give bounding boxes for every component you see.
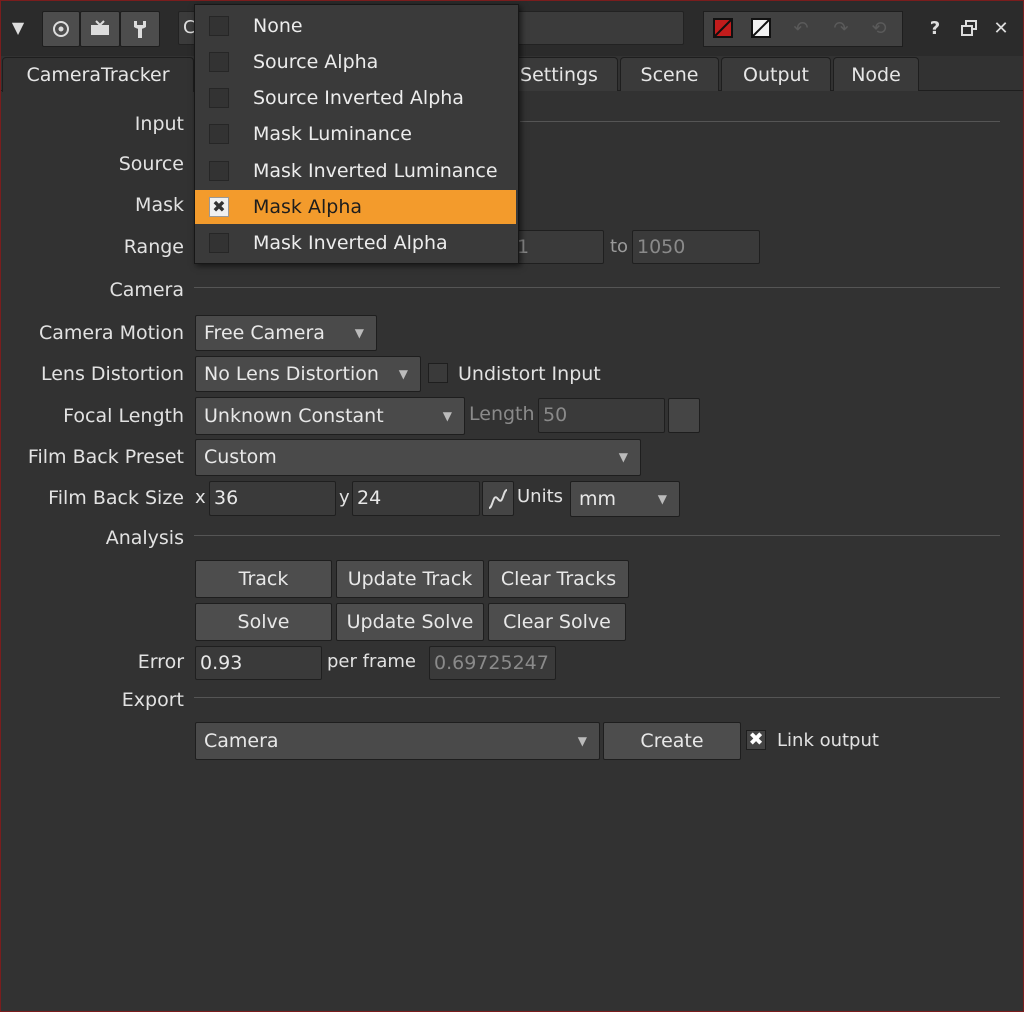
film-back-preset-dropdown[interactable]: Custom ▼ xyxy=(195,439,641,476)
camera-motion-value: Free Camera xyxy=(204,322,325,344)
chevron-down-icon: ▼ xyxy=(354,326,364,340)
focal-length-value: Unknown Constant xyxy=(204,405,384,427)
units-label: Units xyxy=(517,486,564,507)
length-label: Length xyxy=(469,403,535,425)
menu-item-checkbox xyxy=(209,52,229,72)
menu-item-label: Mask Inverted Alpha xyxy=(253,232,448,254)
create-button[interactable]: Create xyxy=(603,722,741,760)
focal-length-label: Focal Length xyxy=(63,405,184,427)
lens-distortion-value: No Lens Distortion xyxy=(204,363,379,385)
clear-tracks-button[interactable]: Clear Tracks xyxy=(488,560,629,598)
menu-item-label: Mask Alpha xyxy=(253,196,362,218)
range-to-field[interactable]: 1050 xyxy=(632,230,760,264)
menu-item-mask-luminance[interactable]: Mask Luminance xyxy=(195,117,516,151)
menu-item-label: Mask Inverted Luminance xyxy=(253,160,498,182)
chevron-down-icon: ▼ xyxy=(442,409,452,423)
chevron-down-icon: ▼ xyxy=(577,734,587,748)
clear-solve-button[interactable]: Clear Solve xyxy=(488,603,626,641)
menu-item-label: Source Alpha xyxy=(253,51,379,73)
white-swatch-icon[interactable] xyxy=(746,14,776,42)
menu-item-checkbox xyxy=(209,161,229,181)
export-dropdown[interactable]: Camera ▼ xyxy=(195,722,600,760)
menu-item-mask-inverted-luminance[interactable]: Mask Inverted Luminance xyxy=(195,154,516,188)
tab-node[interactable]: Node xyxy=(833,57,919,91)
length-field[interactable]: 50 xyxy=(538,398,665,433)
film-back-size-label: Film Back Size xyxy=(48,487,184,509)
menu-item-mask-inverted-alpha[interactable]: Mask Inverted Alpha xyxy=(195,226,516,260)
error-field[interactable]: 0.93 xyxy=(195,646,322,680)
undistort-input-checkbox[interactable] xyxy=(428,363,448,383)
units-dropdown[interactable]: mm ▼ xyxy=(570,481,680,517)
film-back-y-label: y xyxy=(339,487,350,508)
film-back-y-field[interactable]: 24 xyxy=(352,481,480,516)
range-to-label: to xyxy=(610,236,629,257)
tab-scene[interactable]: Scene xyxy=(620,57,719,91)
circle-target-icon[interactable] xyxy=(42,11,80,47)
undo-icon[interactable]: ↶ xyxy=(784,14,818,42)
menu-item-none[interactable]: None xyxy=(195,9,516,43)
red-swatch-icon[interactable] xyxy=(708,14,738,42)
menu-item-checkbox xyxy=(209,16,229,36)
chevron-down-icon: ▼ xyxy=(657,492,667,506)
film-back-preset-value: Custom xyxy=(204,446,277,468)
per-frame-field[interactable]: 0.69725247 xyxy=(429,646,556,680)
tab-cameratracker[interactable]: CameraTracker xyxy=(2,57,194,92)
export-heading: Export xyxy=(121,689,184,711)
track-button[interactable]: Track xyxy=(195,560,332,598)
camera-motion-label: Camera Motion xyxy=(38,322,184,344)
tv-icon[interactable] xyxy=(80,11,120,47)
tab-output[interactable]: Output xyxy=(721,57,831,91)
undistort-input-label: Undistort Input xyxy=(458,363,601,385)
analysis-heading: Analysis xyxy=(105,527,184,549)
lens-distortion-label: Lens Distortion xyxy=(40,363,184,385)
film-back-x-label: x xyxy=(195,487,206,508)
wrench-icon[interactable] xyxy=(120,11,160,47)
chevron-down-icon: ▼ xyxy=(398,367,408,381)
collapse-triangle-icon[interactable]: ▼ xyxy=(8,14,28,40)
menu-item-checkbox xyxy=(209,88,229,108)
redo-icon[interactable]: ↷ xyxy=(824,14,858,42)
range-label: Range xyxy=(123,236,184,258)
input-heading: Input xyxy=(134,113,184,135)
mask-label: Mask xyxy=(135,194,184,216)
update-solve-button[interactable]: Update Solve xyxy=(336,603,484,641)
focal-length-dropdown[interactable]: Unknown Constant ▼ xyxy=(195,397,465,435)
input-separator xyxy=(520,121,1000,122)
menu-item-label: None xyxy=(253,15,303,37)
curve-icon[interactable] xyxy=(482,481,514,516)
units-value: mm xyxy=(579,488,617,510)
per-frame-label: per frame xyxy=(327,651,416,672)
export-separator xyxy=(194,697,1000,698)
menu-item-checkbox xyxy=(209,124,229,144)
float-icon[interactable] xyxy=(956,14,982,42)
error-label: Error xyxy=(137,651,184,673)
source-label: Source xyxy=(118,153,184,175)
revert-icon[interactable]: ⟲ xyxy=(862,14,896,42)
menu-item-label: Source Inverted Alpha xyxy=(253,87,464,109)
camera-separator xyxy=(194,287,1000,288)
export-value: Camera xyxy=(204,730,279,752)
film-back-x-field[interactable]: 36 xyxy=(209,481,336,516)
camera-heading: Camera xyxy=(109,279,184,301)
menu-item-label: Mask Luminance xyxy=(253,123,412,145)
menu-item-mask-alpha[interactable]: ✖ Mask Alpha xyxy=(195,190,516,224)
check-mark-icon: ✖ xyxy=(209,197,229,217)
menu-item-checkbox xyxy=(209,233,229,253)
link-output-label: Link output xyxy=(777,730,879,751)
analysis-separator xyxy=(194,535,1000,536)
update-track-button[interactable]: Update Track xyxy=(336,560,484,598)
chevron-down-icon: ▼ xyxy=(618,450,628,464)
range-from-field[interactable]: 1 xyxy=(512,230,604,264)
camera-motion-dropdown[interactable]: Free Camera ▼ xyxy=(195,315,377,351)
help-icon[interactable]: ? xyxy=(922,14,948,42)
menu-item-source-alpha[interactable]: Source Alpha xyxy=(195,45,516,79)
link-output-checkbox[interactable]: ✖ xyxy=(746,730,766,750)
length-animation-button[interactable] xyxy=(668,398,700,433)
film-back-preset-label: Film Back Preset xyxy=(27,446,184,468)
lens-distortion-dropdown[interactable]: No Lens Distortion ▼ xyxy=(195,356,421,392)
mask-dropdown-menu: None Source Alpha Source Inverted Alpha … xyxy=(194,4,519,264)
solve-button[interactable]: Solve xyxy=(195,603,332,641)
close-icon[interactable]: ✕ xyxy=(988,14,1014,42)
menu-item-source-inverted-alpha[interactable]: Source Inverted Alpha xyxy=(195,81,516,115)
